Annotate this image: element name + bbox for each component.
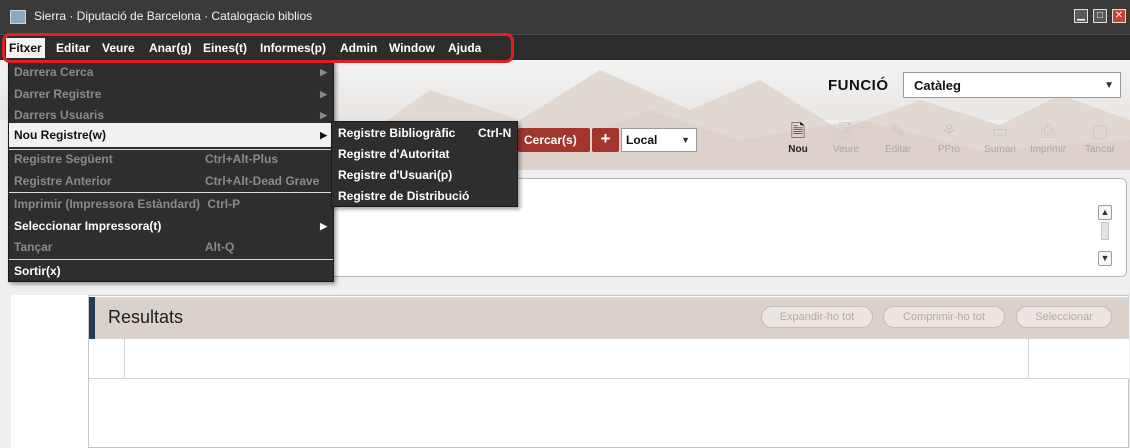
menu-item-registre-anterior[interactable]: Registre Anterior Ctrl+Alt-Dead Grave: [9, 170, 333, 192]
funcio-select[interactable]: Catàleg ▼: [903, 72, 1121, 98]
ppro-icon: ⚘: [940, 121, 958, 141]
window-title-bar: Sierra · Diputació de Barcelona · Catalo…: [0, 0, 1130, 34]
submenu-item-registre-distribucio[interactable]: Registre de Distribució: [332, 186, 517, 207]
menu-item-sortir[interactable]: Sortir(x): [9, 260, 333, 282]
menu-item-label: Darrer Registre: [14, 87, 102, 101]
fitxer-dropdown-menu: Darrera Cerca ▶ Darrer Registre ▶ Darrer…: [8, 60, 334, 282]
menu-item-shortcut: Alt-Q: [205, 240, 235, 254]
menu-item-label: Darrers Usuaris: [14, 108, 105, 122]
new-record-icon: 🗎: [790, 121, 806, 141]
menu-item-seleccionar-impressora[interactable]: Seleccionar Impressora(t) ▶: [9, 215, 333, 237]
nou-registre-submenu: Registre Bibliogràfic Ctrl-N Registre d'…: [331, 121, 518, 207]
tool-nou[interactable]: 🗎 Nou: [776, 118, 820, 162]
tool-veure[interactable]: 🗎 Veure: [824, 118, 868, 162]
menu-item-label: Seleccionar Impressora(t): [14, 219, 162, 233]
submenu-item-registre-usuari[interactable]: Registre d'Usuari(p): [332, 165, 517, 186]
app-icon: [10, 10, 26, 24]
submenu-arrow-icon: ▶: [320, 130, 327, 140]
menu-item-shortcut: Ctrl+Alt-Dead Grave: [205, 174, 320, 188]
submenu-arrow-icon: ▶: [320, 89, 327, 99]
menu-item-darrera-cerca[interactable]: Darrera Cerca ▶: [9, 61, 333, 83]
menu-item-darrer-registre[interactable]: Darrer Registre ▶: [9, 83, 333, 105]
tool-label: Tancar: [1084, 144, 1115, 155]
scrollbar-thumb[interactable]: [1101, 222, 1109, 240]
tool-ppro[interactable]: ⚘ PPro: [927, 118, 971, 162]
print-icon: ⎙: [1040, 121, 1056, 141]
menu-item-label: Darrera Cerca: [14, 65, 94, 79]
window-title: Sierra · Diputació de Barcelona · Catalo…: [34, 9, 313, 23]
tool-sumari[interactable]: ▭ Sumari: [978, 118, 1022, 162]
submenu-item-label: Registre Bibliogràfic: [338, 126, 456, 140]
menu-item-shortcut: Ctrl+Alt-Plus: [205, 152, 279, 166]
tool-editar[interactable]: ✎ Editar: [876, 118, 920, 162]
funcio-label: FUNCIÓ: [828, 77, 889, 94]
submenu-item-registre-bibliografic[interactable]: Registre Bibliogràfic Ctrl-N: [332, 123, 517, 144]
submenu-item-label: Registre de Distribució: [338, 189, 470, 203]
chevron-down-icon: ▼: [1104, 80, 1114, 91]
menu-item-label: Imprimir (Impressora Estàndard): [14, 197, 201, 211]
results-accent-bar: [89, 297, 95, 339]
submenu-item-registre-autoritat[interactable]: Registre d'Autoritat: [332, 144, 517, 165]
submenu-item-shortcut: Ctrl-N: [478, 126, 512, 140]
tool-label: Editar: [884, 144, 912, 155]
results-side-column: [11, 295, 89, 448]
menu-item-shortcut: Ctrl-P: [207, 197, 241, 211]
search-button[interactable]: Cercar(s): [518, 128, 590, 152]
summary-icon: ▭: [991, 121, 1009, 141]
submenu-arrow-icon: ▶: [320, 221, 327, 231]
tool-label: Imprimir: [1029, 144, 1067, 155]
edit-icon: ✎: [890, 121, 906, 141]
tool-label: Veure: [832, 144, 860, 155]
menu-item-imprimir[interactable]: Imprimir (Impressora Estàndard) Ctrl-P: [9, 193, 333, 215]
grid-divider: [124, 339, 125, 379]
funcio-value: Catàleg: [914, 78, 961, 93]
submenu-arrow-icon: ▶: [320, 67, 327, 77]
view-icon: 🗎: [838, 121, 854, 141]
tool-label: PPro: [937, 144, 961, 155]
tool-tancar[interactable]: ▢ Tancar: [1078, 118, 1122, 162]
expand-all-button[interactable]: Expandir-ho tot: [761, 306, 873, 328]
scroll-up-icon[interactable]: ▲: [1098, 205, 1112, 220]
submenu-item-label: Registre d'Autoritat: [338, 147, 450, 161]
menu-bar-highlight-annotation: [2, 33, 514, 63]
tool-label: Nou: [788, 144, 808, 155]
menu-item-label: Tançar: [14, 240, 53, 254]
maximize-icon[interactable]: □: [1093, 9, 1107, 23]
menu-item-tancar[interactable]: Tançar Alt-Q: [9, 236, 333, 258]
select-button[interactable]: Seleccionar: [1016, 306, 1112, 328]
menu-item-label: Nou Registre(w): [14, 128, 107, 142]
submenu-item-label: Registre d'Usuari(p): [338, 168, 453, 182]
scroll-down-icon[interactable]: ▼: [1098, 251, 1112, 266]
add-search-button[interactable]: +: [592, 128, 619, 152]
collapse-all-button[interactable]: Comprimir-ho tot: [883, 306, 1005, 328]
menu-item-label: Sortir(x): [14, 264, 61, 278]
tool-imprimir[interactable]: ⎙ Imprimir: [1026, 118, 1070, 162]
menu-item-label: Registre Següent: [14, 152, 113, 166]
search-scope-value: Local: [626, 133, 658, 147]
menu-item-nou-registre[interactable]: Nou Registre(w) ▶: [9, 123, 333, 147]
grid-divider: [1028, 339, 1029, 379]
menu-item-label: Registre Anterior: [14, 174, 112, 188]
results-title: Resultats: [108, 307, 184, 327]
results-grid-header: [89, 339, 1129, 379]
tool-label: Sumari: [984, 144, 1016, 155]
menu-item-registre-seguent[interactable]: Registre Següent Ctrl+Alt-Plus: [9, 148, 333, 170]
close-icon[interactable]: ✕: [1112, 9, 1126, 23]
chevron-down-icon: ▼: [681, 135, 690, 145]
minimize-icon[interactable]: ▁: [1074, 9, 1088, 23]
close-record-icon: ▢: [1091, 121, 1109, 141]
search-scope-select[interactable]: Local ▼: [621, 128, 697, 152]
